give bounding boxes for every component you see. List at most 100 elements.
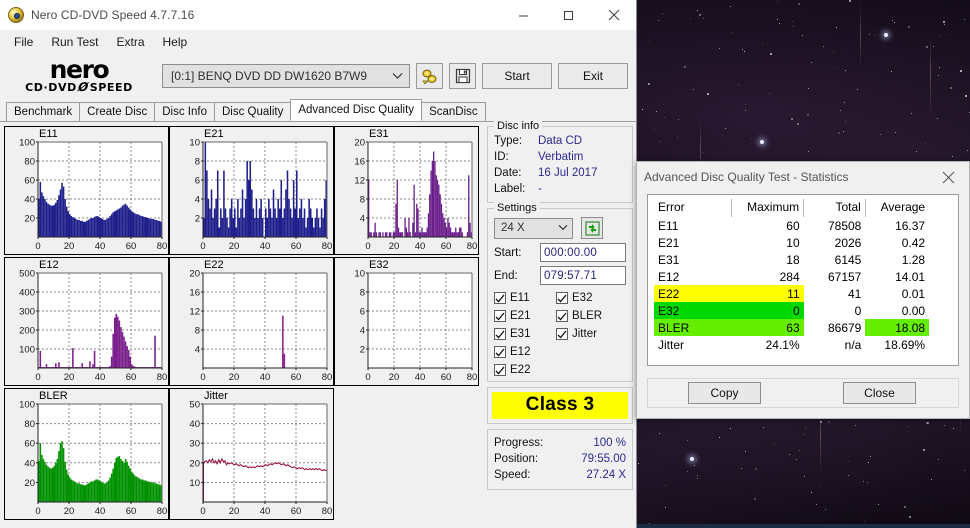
checkbox-e21[interactable]: E21 [494, 310, 556, 322]
table-row[interactable]: E31 18 6145 1.28 [654, 251, 952, 268]
svg-text:6: 6 [360, 307, 365, 318]
logo-subtitle-left: CD·DVD [25, 80, 77, 94]
disc-info-value-type: Data CD [538, 135, 583, 147]
svg-text:100: 100 [19, 345, 35, 356]
column-header-average: Average [880, 200, 926, 214]
progress-value: 100 % [593, 437, 626, 449]
disc-info-row-type: Type: Data CD [494, 133, 626, 149]
svg-text:2: 2 [360, 345, 365, 356]
tab-scandisc[interactable]: ScanDisc [421, 102, 486, 121]
svg-text:40: 40 [415, 372, 426, 383]
svg-text:8: 8 [360, 288, 365, 299]
check-icon [494, 328, 506, 340]
position-value: 79:55.00 [581, 453, 626, 465]
cell-average: 0.42 [901, 235, 926, 250]
tab-benchmark[interactable]: Benchmark [6, 102, 81, 121]
logo-subtitle: CD·DVD Ø SPEED [25, 80, 133, 94]
chart-e31-title: E31 [369, 128, 389, 140]
svg-text:60: 60 [24, 176, 35, 187]
drive-select[interactable]: [0:1] BENQ DVD DD DW1620 B7W9 [162, 64, 410, 88]
check-icon [556, 310, 568, 322]
table-row[interactable]: E22 11 41 0.01 [654, 285, 952, 302]
checkbox-bler[interactable]: BLER [556, 310, 626, 322]
svg-text:40: 40 [260, 241, 271, 252]
cell-average: 0.00 [901, 303, 926, 318]
exit-button[interactable]: Exit [558, 63, 628, 89]
cell-average: 0.01 [901, 286, 926, 301]
speed-select[interactable]: 24 X [494, 217, 573, 239]
checkbox-e22[interactable]: E22 [494, 364, 556, 376]
svg-text:80: 80 [157, 372, 168, 383]
title-bar: Nero CD-DVD Speed 4.7.7.16 [0, 0, 636, 30]
settings-legend: Settings [494, 202, 540, 214]
cell-error: E31 [658, 252, 680, 267]
svg-text:16: 16 [354, 157, 365, 168]
eject-disc-button[interactable] [416, 63, 443, 89]
tab-disc-info[interactable]: Disc Info [154, 102, 215, 121]
end-input[interactable]: 079:57.71 [540, 266, 626, 285]
svg-text:0: 0 [200, 506, 205, 517]
tool-bar: nero CD·DVD Ø SPEED [0:1] BENQ DVD DD DW… [0, 53, 636, 99]
refresh-button[interactable] [581, 217, 603, 239]
cell-pad [929, 336, 952, 353]
maximize-button[interactable] [546, 0, 591, 30]
chart-e31: E31 4 8 12 16 20 0 20 40 60 80 [334, 126, 479, 255]
table-row[interactable]: Jitter 24.1% n/a 18.69% [654, 336, 952, 353]
logo-slash-icon: Ø [75, 80, 91, 94]
checkbox-e11[interactable]: E11 [494, 292, 556, 304]
close-button[interactable] [591, 0, 636, 30]
svg-text:4: 4 [195, 195, 200, 206]
menu-extra[interactable]: Extra [108, 32, 152, 52]
chart-jitter-title: Jitter [204, 390, 228, 402]
table-row[interactable]: BLER 63 86679 18.08 [654, 319, 952, 336]
start-button[interactable]: Start [482, 63, 552, 89]
svg-text:80: 80 [322, 241, 333, 252]
menu-run-test[interactable]: Run Test [43, 32, 106, 52]
table-row[interactable]: E21 10 2026 0.42 [654, 234, 952, 251]
tab-create-disc[interactable]: Create Disc [79, 102, 156, 121]
start-input[interactable]: 000:00.00 [540, 243, 626, 262]
copy-button[interactable]: Copy [688, 382, 761, 404]
tab-disc-quality[interactable]: Disc Quality [214, 102, 292, 121]
table-row[interactable]: E12 284 67157 14.01 [654, 268, 952, 285]
table-row[interactable]: E32 0 0 0.00 [654, 302, 952, 319]
info-column: Disc info Type: Data CD ID: Verbatim Dat… [487, 120, 633, 524]
cell-error: E32 [654, 302, 732, 319]
tab-advanced-disc-quality[interactable]: Advanced Disc Quality [290, 99, 423, 121]
menu-file[interactable]: File [6, 32, 41, 52]
svg-text:40: 40 [95, 372, 106, 383]
close-button[interactable]: Close [843, 382, 916, 404]
taskbar-edge [637, 524, 970, 528]
svg-text:40: 40 [415, 241, 426, 252]
chart-bler-title: BLER [39, 390, 68, 402]
statistics-table: Error Maximum Total Average E11 60 78508 16… [654, 199, 952, 353]
svg-text:12: 12 [189, 307, 200, 318]
close-icon[interactable] [927, 163, 969, 192]
svg-text:20: 20 [24, 214, 35, 225]
progress-row: Progress: 100 % [494, 435, 626, 451]
table-row[interactable]: E11 60 78508 16.37 [654, 217, 952, 234]
cell-error: E21 [658, 235, 680, 250]
column-header-maximum: Maximum [731, 199, 805, 217]
checkbox-e12[interactable]: E12 [494, 346, 556, 358]
chart-e22: E22 4 8 12 16 20 0 20 40 60 80 [169, 257, 334, 386]
checkbox-e31[interactable]: E31 [494, 328, 556, 340]
nero-main-window: Nero CD-DVD Speed 4.7.7.16 File Run Test… [0, 0, 637, 528]
svg-text:40: 40 [95, 506, 106, 517]
cell-average: 14.01 [895, 269, 926, 284]
svg-text:80: 80 [467, 372, 478, 383]
svg-text:0: 0 [200, 372, 205, 383]
save-button[interactable] [449, 63, 476, 89]
chart-e12: E12 100 200 300 400 500 0 20 40 60 80 [4, 257, 169, 386]
svg-text:20: 20 [189, 458, 200, 469]
menu-help[interactable]: Help [155, 32, 196, 52]
checkbox-jitter[interactable]: Jitter [556, 328, 626, 340]
disc-info-row-label: Label: - [494, 181, 626, 197]
svg-text:20: 20 [189, 269, 200, 280]
statistics-dialog: Advanced Disc Quality Test - Statistics … [636, 161, 970, 419]
cell-total: 78508 [827, 218, 862, 233]
checkbox-e32[interactable]: E32 [556, 292, 626, 304]
svg-text:10: 10 [354, 269, 365, 280]
cell-pad [929, 268, 952, 285]
minimize-button[interactable] [501, 0, 546, 30]
